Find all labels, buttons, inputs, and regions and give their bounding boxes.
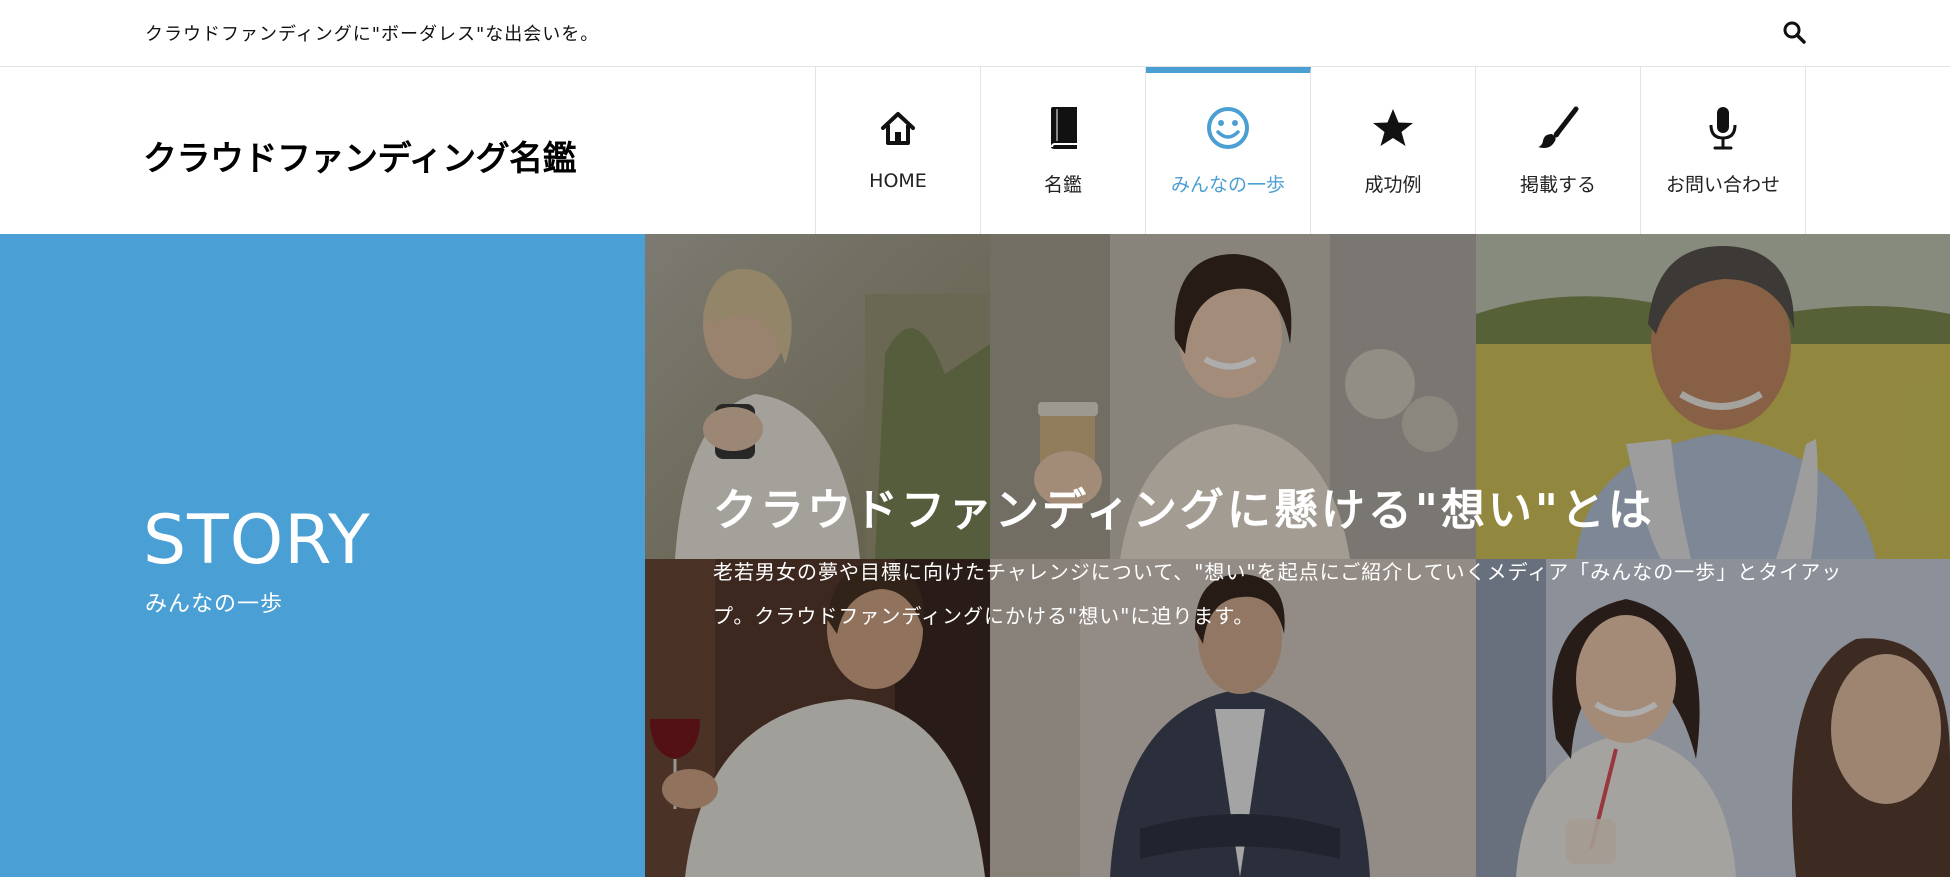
hero-title: クラウドファンディングに懸ける"想い"とは [713,485,1655,536]
nav-item-minnanoippo[interactable]: みんなの一歩 [1146,67,1311,234]
nav-label: みんなの一歩 [1170,174,1285,196]
book-icon [1040,105,1086,151]
story-panel: STORY みんなの一歩 [0,234,645,877]
nav-label: 名鑑 [1043,174,1082,196]
hero-section: STORY みんなの一歩 クラウドファンディングに懸ける"想い"とは 老若男女の… [0,234,1950,877]
story-subtitle: みんなの一歩 [145,592,284,617]
hero-description: 老若男女の夢や目標に向けたチャレンジについて、"想い"を起点にご紹介していくメデ… [713,560,1843,628]
nav-item-publish[interactable]: 掲載する [1476,67,1641,234]
brush-icon [1535,105,1581,151]
hero-photo-collage[interactable]: クラウドファンディングに懸ける"想い"とは 老若男女の夢や目標に向けたチャレンジ… [645,234,1950,877]
nav-item-contact[interactable]: お問い合わせ [1641,67,1806,234]
story-title: STORY [143,501,371,580]
nav-label: 成功例 [1364,174,1422,196]
search-icon[interactable] [1782,20,1808,46]
nav-label: 掲載する [1519,174,1596,196]
home-icon [875,105,921,151]
microphone-icon [1700,105,1746,151]
nav-label: HOME [869,170,927,192]
smile-icon [1205,105,1251,151]
site-title[interactable]: クラウドファンディング名鑑 [143,131,577,180]
star-icon [1370,105,1416,151]
site-tagline: クラウドファンディングに"ボーダレス"な出会いを。 [145,24,600,45]
nav-item-home[interactable]: HOME [816,67,981,234]
nav-label: お問い合わせ [1665,174,1780,196]
top-bar: クラウドファンディングに"ボーダレス"な出会いを。 [0,0,1950,67]
nav-item-meikan[interactable]: 名鑑 [981,67,1146,234]
main-nav: HOME 名鑑 みんなの一歩 成功例 掲載する お問い合わせ [815,67,1806,234]
site-header: クラウドファンディング名鑑 HOME 名鑑 みんなの一歩 成功例 掲載する お問… [0,67,1950,234]
nav-item-success[interactable]: 成功例 [1311,67,1476,234]
